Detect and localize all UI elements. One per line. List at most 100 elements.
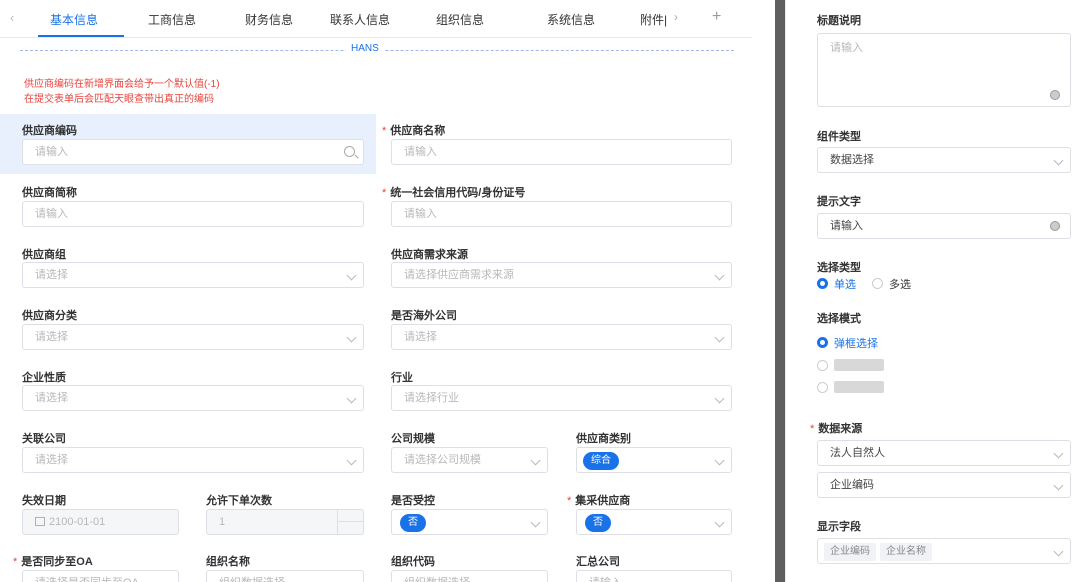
data-source-field-select[interactable]: 企业编码: [817, 472, 1071, 498]
radio-dialog-select[interactable]: 弹框选择: [817, 335, 878, 351]
select-mode-label: 选择模式: [817, 313, 861, 325]
selected-tag: 综合: [583, 452, 619, 470]
supplier-group-select[interactable]: 请选择: [22, 262, 364, 288]
chevron-down-icon: [346, 270, 357, 281]
tab-scroll-right-icon[interactable]: ›: [674, 10, 678, 24]
field-chip: 企业编码: [824, 543, 876, 561]
stepper-buttons[interactable]: [337, 510, 363, 534]
radio-mode-option-3[interactable]: [817, 381, 884, 395]
globe-icon[interactable]: [1050, 90, 1060, 100]
tab-finance[interactable]: 财务信息: [245, 11, 293, 28]
globe-icon[interactable]: [1050, 221, 1060, 231]
org-name-label: 组织名称: [206, 556, 250, 568]
supplier-name-input[interactable]: 请输入: [391, 139, 732, 165]
industry-select[interactable]: 请选择行业: [391, 385, 732, 411]
org-code-label: 组织代码: [391, 556, 435, 568]
summary-company-label: 汇总公司: [576, 556, 620, 568]
tab-business[interactable]: 工商信息: [148, 11, 196, 28]
panel-splitter[interactable]: [775, 0, 785, 582]
component-type-select[interactable]: 数据选择: [817, 147, 1071, 173]
related-company-select[interactable]: 请选择: [22, 447, 364, 473]
demand-source-label: 供应商需求来源: [391, 249, 468, 261]
org-name-select[interactable]: 组织数据选择: [206, 570, 364, 582]
chevron-down-icon: [346, 455, 357, 466]
section-label: HANS: [346, 43, 384, 54]
radio-single[interactable]: 单选: [817, 276, 856, 292]
company-scale-label: 公司规模: [391, 433, 435, 445]
selected-tag: 否: [585, 514, 611, 532]
supplier-category-select[interactable]: 请选择: [22, 324, 364, 350]
hint-text-input[interactable]: 请输入: [817, 213, 1071, 239]
industry-label: 行业: [391, 372, 413, 384]
allow-orders-label: 允许下单次数: [206, 495, 272, 507]
tab-active-underline: [38, 35, 124, 37]
sync-oa-label: * 是否同步至OA: [13, 556, 93, 568]
controlled-label: 是否受控: [391, 495, 435, 507]
expire-date-label: 失效日期: [22, 495, 66, 507]
demand-source-select[interactable]: 请选择供应商需求来源: [391, 262, 732, 288]
title-desc-textarea[interactable]: 请输入: [817, 33, 1071, 107]
blurred-label: [834, 359, 884, 371]
properties-panel: 标题说明 请输入 组件类型 数据选择 提示文字 请输入 选择类型 单选 多选 选…: [785, 0, 1080, 582]
chevron-down-icon: [1053, 480, 1064, 491]
chevron-down-icon: [714, 517, 725, 528]
hint-note-2: 在提交表单后会匹配天眼查带出真正的编码: [24, 94, 214, 105]
form-area: ‹ 基本信息 工商信息 财务信息 联系人信息 组织信息 系统信息 附件| › +…: [0, 0, 752, 582]
chevron-down-icon: [714, 455, 725, 466]
tab-attachments[interactable]: 附件|: [640, 11, 667, 28]
radio-mode-option-2[interactable]: [817, 359, 884, 373]
blurred-label: [834, 381, 884, 393]
add-tab-icon[interactable]: +: [712, 8, 721, 26]
selected-tag: 否: [400, 514, 426, 532]
radio-multiple[interactable]: 多选: [872, 276, 911, 292]
allow-orders-stepper[interactable]: 1: [206, 509, 364, 535]
display-fields-label: 显示字段: [817, 521, 861, 533]
supplier-type-label: 供应商类别: [576, 433, 631, 445]
summary-company-input[interactable]: 请输入: [576, 570, 732, 582]
central-supplier-select[interactable]: 否: [576, 509, 732, 535]
expire-date-input[interactable]: 2100-01-01: [22, 509, 179, 535]
central-supplier-label: * 集采供应商: [567, 495, 631, 507]
tab-system[interactable]: 系统信息: [547, 11, 595, 28]
credit-code-input[interactable]: 请输入: [391, 201, 732, 227]
related-company-label: 关联公司: [22, 433, 66, 445]
radio-checked-icon: [817, 278, 828, 289]
hint-note-1: 供应商编码在新增界面会给予一个默认值(-1): [24, 79, 220, 90]
supplier-type-select[interactable]: 综合: [576, 447, 732, 473]
component-type-label: 组件类型: [817, 131, 861, 143]
overseas-label: 是否海外公司: [391, 310, 457, 322]
enterprise-nature-label: 企业性质: [22, 372, 66, 384]
controlled-select[interactable]: 否: [391, 509, 548, 535]
tab-scroll-left-icon[interactable]: ‹: [10, 10, 14, 25]
supplier-category-label: 供应商分类: [22, 310, 77, 322]
radio-checked-icon: [817, 337, 828, 348]
company-scale-select[interactable]: 请选择公司规模: [391, 447, 548, 473]
supplier-code-input[interactable]: 请输入: [22, 139, 364, 165]
chevron-down-icon: [530, 517, 541, 528]
tab-contacts[interactable]: 联系人信息: [330, 11, 390, 28]
chevron-down-icon: [346, 332, 357, 343]
overseas-select[interactable]: 请选择: [391, 324, 732, 350]
supplier-group-label: 供应商组: [22, 249, 66, 261]
tab-basic[interactable]: 基本信息: [50, 11, 98, 28]
radio-unchecked-icon: [817, 360, 828, 371]
tab-organization[interactable]: 组织信息: [436, 11, 484, 28]
chevron-down-icon: [530, 455, 541, 466]
display-fields-select[interactable]: 企业编码 企业名称: [817, 538, 1071, 564]
enterprise-nature-select[interactable]: 请选择: [22, 385, 364, 411]
calendar-icon: [35, 517, 45, 526]
chevron-down-icon: [1053, 155, 1064, 166]
search-icon[interactable]: [344, 146, 355, 157]
supplier-short-input[interactable]: 请输入: [22, 201, 364, 227]
sync-oa-select[interactable]: 请选择是否同步至OA: [22, 570, 179, 582]
select-type-label: 选择类型: [817, 262, 861, 274]
title-desc-label: 标题说明: [817, 15, 861, 27]
chevron-down-icon: [714, 393, 725, 404]
supplier-code-label: 供应商编码: [22, 125, 77, 137]
hint-text-label: 提示文字: [817, 196, 861, 208]
radio-unchecked-icon: [817, 382, 828, 393]
chevron-down-icon: [714, 332, 725, 343]
credit-code-label: * 统一社会信用代码/身份证号: [382, 187, 526, 199]
data-source-select[interactable]: 法人自然人: [817, 440, 1071, 466]
org-code-select[interactable]: 组织数据选择: [391, 570, 548, 582]
